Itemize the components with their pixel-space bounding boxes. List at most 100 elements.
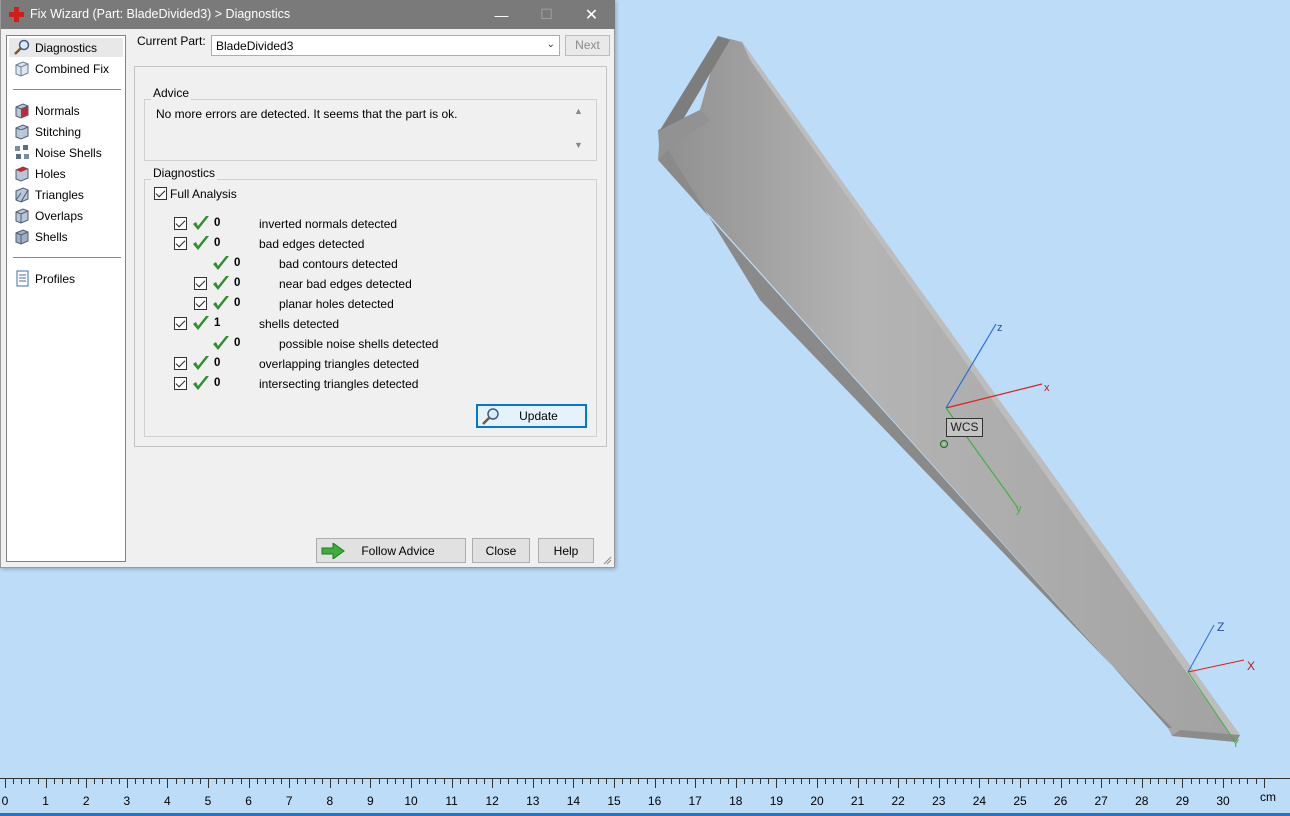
sidebar-item-label: Holes <box>35 166 66 181</box>
scroll-up-icon[interactable]: ▲ <box>574 106 583 116</box>
diagnostic-count: 0 <box>234 337 241 349</box>
ruler-label: 29 <box>1175 794 1190 808</box>
diagnostic-label: shells detected <box>259 317 340 331</box>
scroll-down-icon[interactable]: ▼ <box>574 140 583 150</box>
diagnostic-count: 0 <box>214 357 221 369</box>
ruler-label: 20 <box>810 794 824 808</box>
green-check-icon <box>193 216 209 230</box>
wcs-axis-label-z: z <box>997 322 1003 334</box>
sidebar-item-label: Normals <box>35 103 80 118</box>
cube-icon <box>15 61 29 77</box>
ruler-label: 23 <box>932 794 946 808</box>
normals-cube-icon <box>15 103 29 119</box>
follow-advice-button[interactable]: Follow Advice <box>316 538 466 563</box>
diagnostic-checkbox[interactable] <box>174 357 187 370</box>
sidebar-item-triangles[interactable]: Triangles <box>9 185 123 204</box>
ruler-label: 24 <box>972 794 987 808</box>
ruler-label: 22 <box>891 794 905 808</box>
next-button[interactable]: Next <box>565 35 610 56</box>
scale-ruler: 0 1 2 3 4 5 6 7 8 9 10 11 12 13 14 15 16 17 18 19 20 21 22 23 24… <box>0 776 1290 816</box>
diagnostic-label: bad edges detected <box>259 237 365 251</box>
ruler-unit: cm <box>1260 790 1276 804</box>
sidebar-item-overlaps[interactable]: Overlaps <box>9 206 123 225</box>
ruler-label: 7 <box>285 794 293 808</box>
diagnostic-checkbox[interactable] <box>194 297 207 310</box>
diagnostic-checkbox[interactable] <box>174 317 187 330</box>
full-analysis-label: Full Analysis <box>170 187 237 201</box>
diagnostic-label: planar holes detected <box>279 297 394 311</box>
ruler-label: 3 <box>123 794 131 808</box>
diagnostic-label: bad contours detected <box>279 257 398 271</box>
diagnostic-label: intersecting triangles detected <box>259 377 419 391</box>
close-window-button[interactable]: ✕ <box>569 0 614 29</box>
wcs-label: WCS <box>946 418 983 437</box>
diagnostic-count: 0 <box>214 377 221 389</box>
diagnostic-label: inverted normals detected <box>259 217 398 231</box>
triad-axis-label-x: X <box>1247 659 1256 673</box>
help-button[interactable]: Help <box>538 538 594 563</box>
ruler-label: 26 <box>1053 794 1068 808</box>
close-button[interactable]: Close <box>472 538 530 563</box>
ruler-label: 6 <box>245 794 252 808</box>
sidebar-item-holes[interactable]: Holes <box>9 164 123 183</box>
current-part-label: Current Part: <box>137 34 206 48</box>
sidebar-item-normals[interactable]: Normals <box>9 101 123 120</box>
holes-cube-icon <box>15 166 29 182</box>
diagnostic-checkbox[interactable] <box>194 277 207 290</box>
current-part-dropdown[interactable]: BladeDivided3 ⌄ <box>211 35 560 56</box>
maximize-button[interactable]: ☐ <box>524 0 569 29</box>
ruler-label: 11 <box>445 794 458 808</box>
sidebar-item-noise-shells[interactable]: Noise Shells <box>9 143 123 162</box>
ruler-label: 9 <box>367 794 374 808</box>
ruler-label: 17 <box>688 794 702 808</box>
diagnostic-checkbox[interactable] <box>174 217 187 230</box>
diagnostic-count: 0 <box>214 217 221 229</box>
ruler-label: 10 <box>404 794 418 808</box>
sidebar-item-stitching[interactable]: Stitching <box>9 122 123 141</box>
wcs-axis-label-y: y <box>1016 503 1022 515</box>
green-check-icon <box>213 336 229 350</box>
sidebar-item-shells[interactable]: Shells <box>9 227 123 246</box>
sidebar-item-combined-fix[interactable]: Combined Fix <box>9 59 123 78</box>
sidebar-item-label: Combined Fix <box>35 61 110 76</box>
sidebar-item-label: Diagnostics <box>35 40 98 55</box>
wizard-sidebar: Diagnostics Combined Fix Normals Stitchi… <box>6 35 126 562</box>
ruler-label: 30 <box>1216 794 1230 808</box>
stitching-cube-icon <box>15 124 29 140</box>
title-bar[interactable]: Fix Wizard (Part: BladeDivided3) > Diagn… <box>1 0 615 29</box>
diagnostic-label: near bad edges detected <box>279 277 412 291</box>
sidebar-item-label: Triangles <box>35 187 84 202</box>
diagnostic-checkbox[interactable] <box>174 377 187 390</box>
diagnostic-count: 1 <box>214 317 221 329</box>
full-analysis-checkbox[interactable] <box>154 187 167 200</box>
document-icon <box>16 270 29 287</box>
sidebar-item-label: Stitching <box>35 124 82 139</box>
ruler-label: 21 <box>850 794 865 808</box>
green-check-icon <box>193 316 209 330</box>
noise-shells-icon <box>15 145 29 159</box>
ruler-label: 14 <box>566 794 581 808</box>
resize-grip-icon[interactable] <box>603 556 612 565</box>
follow-advice-label: Follow Advice <box>361 543 435 558</box>
window-title: Fix Wizard (Part: BladeDivided3) > Diagn… <box>30 7 291 21</box>
sidebar-item-diagnostics[interactable]: Diagnostics <box>9 38 123 57</box>
advice-text: No more errors are detected. It seems th… <box>150 104 570 154</box>
green-check-icon <box>193 356 209 370</box>
sidebar-item-profiles[interactable]: Profiles <box>9 269 123 288</box>
ruler-label: 5 <box>204 794 212 808</box>
diagnostic-label: overlapping triangles detected <box>259 357 420 371</box>
overlaps-cube-icon <box>15 208 29 224</box>
blade-part[interactable] <box>658 36 1240 742</box>
green-check-icon <box>213 276 229 290</box>
current-part-value: BladeDivided3 <box>216 39 294 53</box>
advice-scrollbar[interactable]: ▲ ▼ <box>571 104 587 154</box>
sidebar-item-label: Overlaps <box>35 208 84 223</box>
ruler-label: 19 <box>769 794 784 808</box>
minimize-button[interactable]: — <box>479 0 524 29</box>
ruler-label: 28 <box>1135 794 1149 808</box>
green-check-icon <box>213 296 229 310</box>
diagnostic-count: 0 <box>234 257 241 269</box>
chevron-down-icon: ⌄ <box>546 39 555 50</box>
update-button[interactable]: Update <box>476 404 587 428</box>
diagnostic-checkbox[interactable] <box>174 237 187 250</box>
